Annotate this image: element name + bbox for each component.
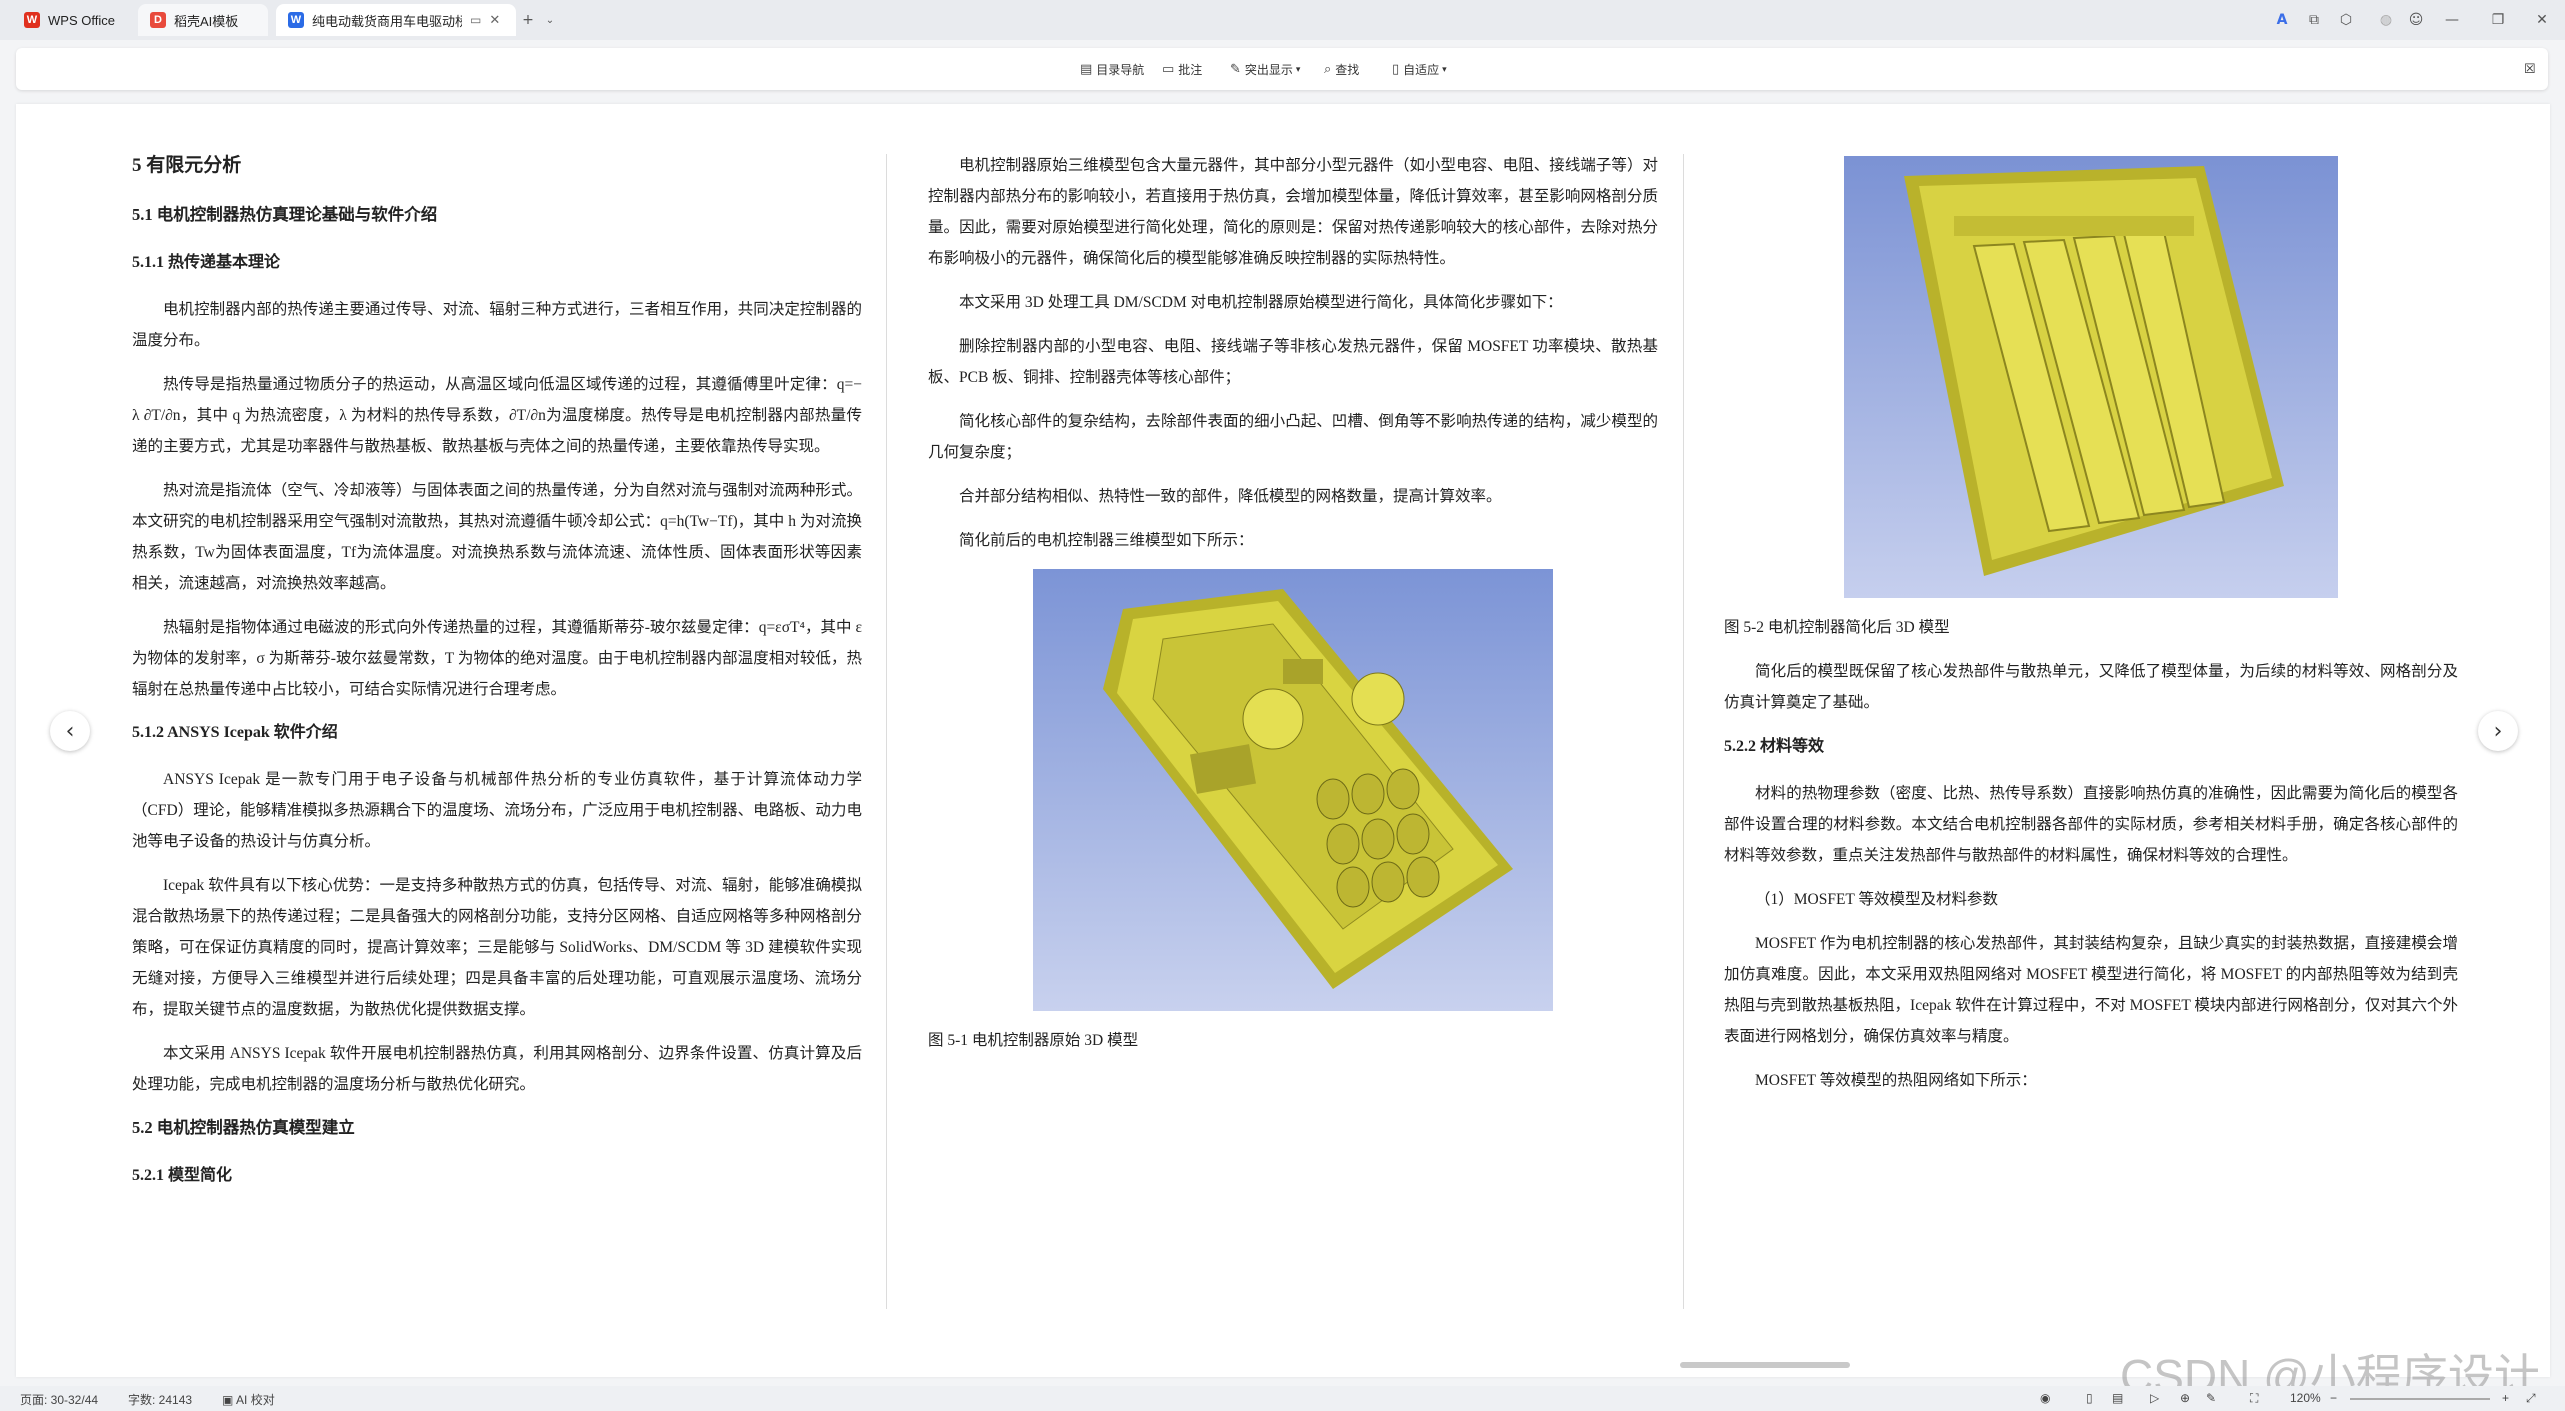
heading-5-2-1: 5.2.1 模型简化 <box>132 1167 233 1184</box>
comment-button[interactable]: ▭ 批注 <box>1162 59 1202 79</box>
paragraph: MOSFET 作为电机控制器的核心发热部件，其封装结构复杂，且缺少真实的封装热数… <box>1724 935 2458 1045</box>
tab-label: 纯电动载货商用车电驱动桥系 <box>312 13 462 29</box>
highlight-icon: ✎ <box>1230 61 1241 77</box>
toc-nav-label: 目录导航 <box>1096 62 1145 77</box>
page-column-3: 图 5-2 电机控制器简化后 3D 模型 简化后的模型既保留了核心发热部件与散热… <box>1724 156 2458 1109</box>
avatar[interactable]: ☺ <box>2404 8 2428 32</box>
paragraph: 热辐射是指物体通过电磁波的形式向外传递热量的过程，其遵循斯蒂芬-玻尔兹曼定律：q… <box>132 619 862 698</box>
chevron-right-icon: › <box>2493 718 2503 744</box>
paragraph: 简化后的模型既保留了核心发热部件与散热单元，又降低了模型体量，为后续的材料等效、… <box>1724 663 2458 711</box>
figure-simplified-3d-model <box>1844 156 2338 598</box>
paragraph: Icepak 软件具有以下核心优势：一是支持多种散热方式的仿真，包括传导、对流、… <box>132 877 862 1018</box>
page-view-icon[interactable]: ▯ <box>2086 1391 2093 1405</box>
new-tab-button[interactable]: + <box>516 8 540 32</box>
chevron-down-icon: ▾ <box>1295 63 1301 74</box>
paragraph: 电机控制器原始三维模型包含大量元器件，其中部分小型元器件（如小型电容、电阻、接线… <box>928 157 1658 267</box>
wps-logo-icon: W <box>24 12 40 28</box>
paragraph: ANSYS Icepak 是一款专门用于电子设备与机械部件热分析的专业仿真软件，… <box>132 771 862 850</box>
chevron-left-icon: ‹ <box>65 718 75 744</box>
zoom-in-icon[interactable]: + <box>2502 1391 2509 1405</box>
fullscreen-icon[interactable]: ⤢ <box>2526 1391 2536 1406</box>
status-bar: 页面: 30-32/44 字数: 24143 ▣ AI 校对 ◉ ▯ ▤ ▷ ⊕… <box>0 1386 2565 1411</box>
tab-label: 稻壳AI模板 <box>174 13 239 29</box>
paragraph: （1）MOSFET 等效模型及材料参数 <box>1755 891 1998 908</box>
reading-toolbar: ▤ 目录导航 ▭ 批注 ✎ 突出显示 ▾ ⌕ 查找 ▯ 自适应 ▾ ☒ <box>16 48 2548 90</box>
comment-icon: ▭ <box>1162 61 1175 77</box>
web-view-icon[interactable]: ⊕ <box>2180 1391 2190 1405</box>
paragraph: 电机控制器内部的热传递主要通过传导、对流、辐射三种方式进行，三者相互作用，共同决… <box>132 301 862 349</box>
proof-label: AI 校对 <box>236 1393 275 1407</box>
fit-page-icon[interactable]: ⛶ <box>2250 1391 2258 1406</box>
paragraph: 合并部分结构相似、热特性一致的部件，降低模型的网格数量，提高计算效率。 <box>959 488 1502 505</box>
fit-label: 自适应 <box>1403 62 1440 77</box>
docer-logo-icon: D <box>150 12 166 28</box>
toc-icon: ▤ <box>1080 61 1093 77</box>
figure-original-3d-model <box>1033 569 1553 1011</box>
next-page-button[interactable]: › <box>2478 711 2518 751</box>
close-window-icon[interactable]: ✕ <box>2530 8 2554 32</box>
status-icon[interactable]: ◍ <box>2374 8 2398 32</box>
chevron-down-icon: ▾ <box>1442 63 1447 74</box>
paragraph: 热传导是指热量通过物质分子的热运动，从高温区域向低温区域传递的过程，其遵循傅里叶… <box>132 376 862 455</box>
paragraph: 简化核心部件的复杂结构，去除部件表面的细小凸起、凹槽、倒角等不影响热传递的结构，… <box>928 413 1658 461</box>
title-bar: W WPS Office D 稻壳AI模板 W 纯电动载货商用车电驱动桥系 ▭ … <box>0 0 2565 40</box>
edit-icon[interactable]: ✎ <box>2206 1391 2216 1405</box>
toc-nav-button[interactable]: ▤ 目录导航 <box>1080 59 1144 79</box>
page-separator <box>886 154 887 1309</box>
figure-caption: 图 5-2 电机控制器简化后 3D 模型 <box>1724 619 1950 636</box>
paragraph: 本文采用 3D 处理工具 DM/SCDM 对电机控制器原始模型进行简化，具体简化… <box>959 294 1563 311</box>
highlight-label: 突出显示 <box>1244 62 1293 77</box>
play-icon[interactable]: ▷ <box>2150 1391 2159 1405</box>
figure-caption: 图 5-1 电机控制器原始 3D 模型 <box>928 1032 1139 1049</box>
exit-reading-icon[interactable]: ☒ <box>2524 59 2536 79</box>
highlight-button[interactable]: ✎ 突出显示 ▾ <box>1230 59 1300 79</box>
fit-icon: ▯ <box>1392 61 1400 77</box>
comment-label: 批注 <box>1178 62 1203 77</box>
tab-docer[interactable]: D 稻壳AI模板 <box>138 4 268 36</box>
word-count[interactable]: 字数: 24143 <box>128 1391 192 1408</box>
word-doc-icon: W <box>288 12 304 28</box>
page-separator <box>1683 154 1684 1309</box>
paragraph: MOSFET 等效模型的热阻网络如下所示： <box>1755 1072 2037 1089</box>
find-label: 查找 <box>1335 62 1360 77</box>
zoom-out-icon[interactable]: − <box>2330 1391 2337 1405</box>
paragraph: 本文采用 ANSYS Icepak 软件开展电机控制器热仿真，利用其网格剖分、边… <box>132 1045 862 1093</box>
heading-5: 5 有限元分析 <box>132 155 242 176</box>
heading-5-2-2: 5.2.2 材料等效 <box>1724 738 1825 755</box>
zoom-level[interactable]: 120% <box>2290 1391 2321 1405</box>
minimize-icon[interactable]: — <box>2440 8 2464 32</box>
chevron-down-icon[interactable]: ⌄ <box>538 8 562 32</box>
close-tab-icon[interactable]: ✕ <box>489 12 500 28</box>
heading-5-1: 5.1 电机控制器热仿真理论基础与软件介绍 <box>132 205 438 224</box>
ai-proofread-button[interactable]: ▣ AI 校对 <box>222 1391 275 1408</box>
box-icon[interactable]: ⬡ <box>2334 8 2358 32</box>
tab-current-document[interactable]: W 纯电动载货商用车电驱动桥系 ▭ ✕ <box>276 4 516 36</box>
page-count[interactable]: 页面: 30-32/44 <box>20 1391 98 1408</box>
fit-button[interactable]: ▯ 自适应 ▾ <box>1392 59 1447 79</box>
eye-icon[interactable]: ◉ <box>2040 1391 2050 1405</box>
tab-label: WPS Office <box>48 12 115 28</box>
document-view: 5 有限元分析 5.1 电机控制器热仿真理论基础与软件介绍 5.1.1 热传递基… <box>16 104 2550 1377</box>
restore-icon[interactable]: ❐ <box>2486 8 2510 32</box>
page-column-2: 电机控制器原始三维模型包含大量元器件，其中部分小型元器件（如小型电容、电阻、接线… <box>928 150 1658 1069</box>
search-icon: ⌕ <box>1324 61 1332 77</box>
zoom-slider[interactable] <box>2350 1398 2490 1400</box>
ai-assistant-icon[interactable]: A <box>2270 8 2294 32</box>
monitor-icon[interactable]: ▭ <box>470 13 481 27</box>
find-button[interactable]: ⌕ 查找 <box>1324 59 1359 79</box>
tab-wps-office[interactable]: W WPS Office <box>12 4 130 36</box>
paragraph: 删除控制器内部的小型电容、电阻、接线端子等非核心发热元器件，保留 MOSFET … <box>928 338 1658 386</box>
previous-page-button[interactable]: ‹ <box>50 711 90 751</box>
heading-5-1-2: 5.1.2 ANSYS Icepak 软件介绍 <box>132 724 338 741</box>
heading-5-2: 5.2 电机控制器热仿真模型建立 <box>132 1118 355 1137</box>
paragraph: 简化前后的电机控制器三维模型如下所示： <box>959 532 1254 549</box>
heading-5-1-1: 5.1.1 热传递基本理论 <box>132 254 281 271</box>
page-column-1: 5 有限元分析 5.1 电机控制器热仿真理论基础与软件介绍 5.1.1 热传递基… <box>132 150 862 1207</box>
window-mode-icon[interactable]: ⧉ <box>2302 8 2326 32</box>
read-view-icon[interactable]: ▤ <box>2112 1391 2123 1405</box>
proof-icon: ▣ <box>222 1393 237 1407</box>
paragraph: 热对流是指流体（空气、冷却液等）与固体表面之间的热量传递，分为自然对流与强制对流… <box>132 482 862 592</box>
paragraph: 材料的热物理参数（密度、比热、热传导系数）直接影响热仿真的准确性，因此需要为简化… <box>1724 785 2458 864</box>
horizontal-scrollbar[interactable] <box>1680 1362 1850 1368</box>
